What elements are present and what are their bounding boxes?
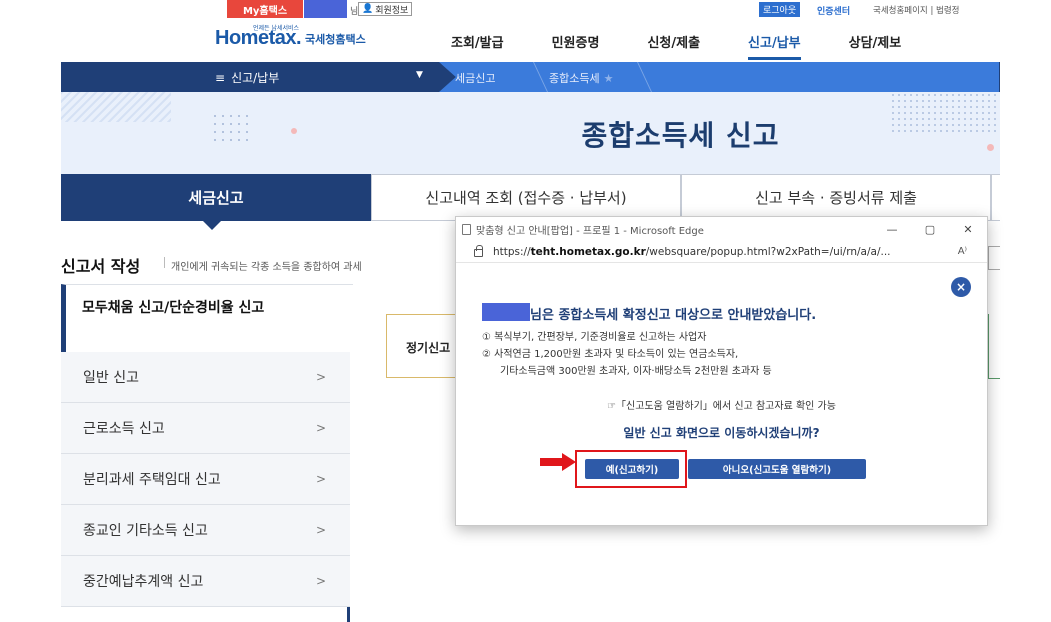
redacted-username [482,303,530,321]
divider-line [988,378,1000,379]
logo-tagline: 언제든 납세서비스 [253,25,300,32]
breadcrumb-active-band [439,62,999,92]
submenu-item-label: 분리과세 주택임대 신고 [83,472,221,488]
hometax-logo[interactable]: 언제든 납세서비스 Hometax. 국세청홈택스 [215,25,366,50]
chevron-right-icon: > [315,574,326,588]
no-view-help-button[interactable]: 아니오(신고도움 열람하기) [688,459,866,479]
breadcrumb-level3-label: 종합소득세 [549,72,600,85]
page-banner: 종합소득세 신고 [61,92,1000,174]
breadcrumb: ≡ 신고/납부 ▼ 세금신고 종합소득세 ★ [61,62,1000,92]
breadcrumb-menu-label: 신고/납부 [231,71,280,85]
popup-window-title: 맞춤형 신고 안내[팝업] - 프로필 1 - Microsoft Edge [476,225,704,237]
nav-item-civil-cert[interactable]: 민원증명 [552,32,600,60]
logout-button[interactable]: 로그아웃 [759,2,801,17]
popup-address-bar[interactable]: https://teht.hometax.go.kr/websquare/pop… [456,241,987,263]
tab-filing-history[interactable]: 신고내역 조회 (접수증 · 납부서) [371,174,681,221]
guide-popup-window: 맞춤형 신고 안내[팝업] - 프로필 1 - Microsoft Edge —… [455,216,988,526]
my-hometax-button[interactable]: My홈택스 [227,0,303,18]
left-submenu: 모두채움 신고/단순경비율 신고 일반 신고 > 근로소득 신고 > 분리과세 … [61,284,353,622]
maximize-icon[interactable]: ▢ [911,217,949,241]
active-tab-pointer [203,221,221,230]
nav-item-filing-payment[interactable]: 신고/납부 [748,32,801,60]
section-divider [164,257,165,268]
submenu-item-rental[interactable]: 분리과세 주택임대 신고 > [61,454,350,505]
chevron-right-icon: > [315,523,326,537]
chevron-right-icon: > [315,370,326,384]
read-aloud-icon[interactable]: A⁾ [958,246,967,257]
main-nav: 조회/발급 민원증명 신청/제출 신고/납부 상담/제보 [451,32,901,60]
submenu-item-label: 근로소득 신고 [83,421,165,437]
breadcrumb-level3[interactable]: 종합소득세 ★ [549,70,613,86]
logo-subtitle: 국세청홈택스 [305,33,366,46]
nav-item-application[interactable]: 신청/제출 [647,32,700,60]
page-icon [462,223,471,235]
popup-close-button[interactable]: × [951,277,971,297]
popup-heading: 님은 종합소득세 확정신고 대상으로 안내받았습니다. [530,308,817,323]
hamburger-icon: ≡ [215,70,226,85]
filing-type-label: 정기신고 [406,341,451,355]
submenu-item-earned-income[interactable]: 근로소득 신고 > [61,403,350,454]
tab-attachments[interactable]: 신고 부속 · 증빙서류 제출 [681,174,991,221]
popup-hint: ☞「신고도움 열람하기」에서 신고 참고자료 확인 가능 [607,401,836,412]
chevron-right-icon: > [315,421,326,435]
submenu-item-label: 중간예납추계액 신고 [83,574,204,590]
nav-item-inquiry[interactable]: 조회/발급 [451,32,504,60]
utility-links[interactable]: 국세청홈페이지 | 법령정 [873,4,959,16]
popup-titlebar[interactable]: 맞춤형 신고 안내[팝업] - 프로필 1 - Microsoft Edge —… [456,217,987,241]
tab-tax-filing[interactable]: 세금신고 [61,174,371,221]
member-info-label: 회원정보 [375,5,409,16]
popup-url: https://teht.hometax.go.kr/websquare/pop… [493,245,891,258]
yes-file-button[interactable]: 예(신고하기) [585,459,679,479]
cert-center-link[interactable]: 인증센터 [817,4,850,17]
submenu-item-religious[interactable]: 종교인 기타소득 신고 > [61,505,350,556]
popup-line-3: 기타소득금액 300만원 초과자, 이자·배당소득 2천만원 초과자 등 [500,366,772,377]
popup-line-1: ① 복식부기, 간편장부, 기준경비율로 신고하는 사업자 [482,332,707,343]
right-edge-button[interactable] [988,246,1000,270]
tab-overflow[interactable] [991,174,1000,221]
window-close-icon[interactable]: ✕ [949,217,987,241]
window-controls: — ▢ ✕ [873,217,987,241]
submenu-item-prefilled[interactable]: 모두채움 신고/단순경비율 신고 [61,284,353,352]
section-title: 신고서 작성 [61,257,141,276]
member-info-button[interactable]: 👤 회원정보 [358,2,413,16]
breadcrumb-level2[interactable]: 세금신고 [455,70,495,86]
submenu-item-label: 일반 신고 [83,370,139,386]
redacted-username [304,0,347,18]
top-utility-bar: My홈택스 님 👤 회원정보 로그아웃 인증센터 국세청홈페이지 | 법령정 [61,0,1000,20]
popup-question: 일반 신고 화면으로 이동하시겠습니까? [623,426,820,440]
breadcrumb-menu-button[interactable]: ≡ 신고/납부 [215,69,279,86]
site-header: 언제든 납세서비스 Hometax. 국세청홈택스 조회/발급 민원증명 신청/… [61,20,1000,62]
red-arrow-icon [540,453,576,471]
user-icon: 👤 [362,4,374,14]
popup-line-2: ② 사적연금 1,200만원 초과자 및 타소득이 있는 연금소득자, [482,349,739,360]
divider-line [988,314,989,378]
submenu-item-label: 종교인 기타소득 신고 [83,523,208,539]
lock-icon[interactable] [474,245,483,257]
nav-item-consult[interactable]: 상담/제보 [849,32,902,60]
submenu-item-general[interactable]: 일반 신고 > [61,352,350,403]
main-tabs: 세금신고 신고내역 조회 (접수증 · 납부서) 신고 부속 · 증빙서류 제출 [61,174,1000,230]
submenu-item-interim[interactable]: 중간예납추계액 신고 > [61,556,350,607]
section-description: 개인에게 귀속되는 각종 소득을 종합하여 과세 [171,262,362,273]
page-title: 종합소득세 신고 [581,119,780,152]
chevron-right-icon: > [315,472,326,486]
caret-down-icon[interactable]: ▼ [416,70,423,80]
minimize-icon[interactable]: — [873,217,911,241]
star-icon[interactable]: ★ [604,72,614,85]
